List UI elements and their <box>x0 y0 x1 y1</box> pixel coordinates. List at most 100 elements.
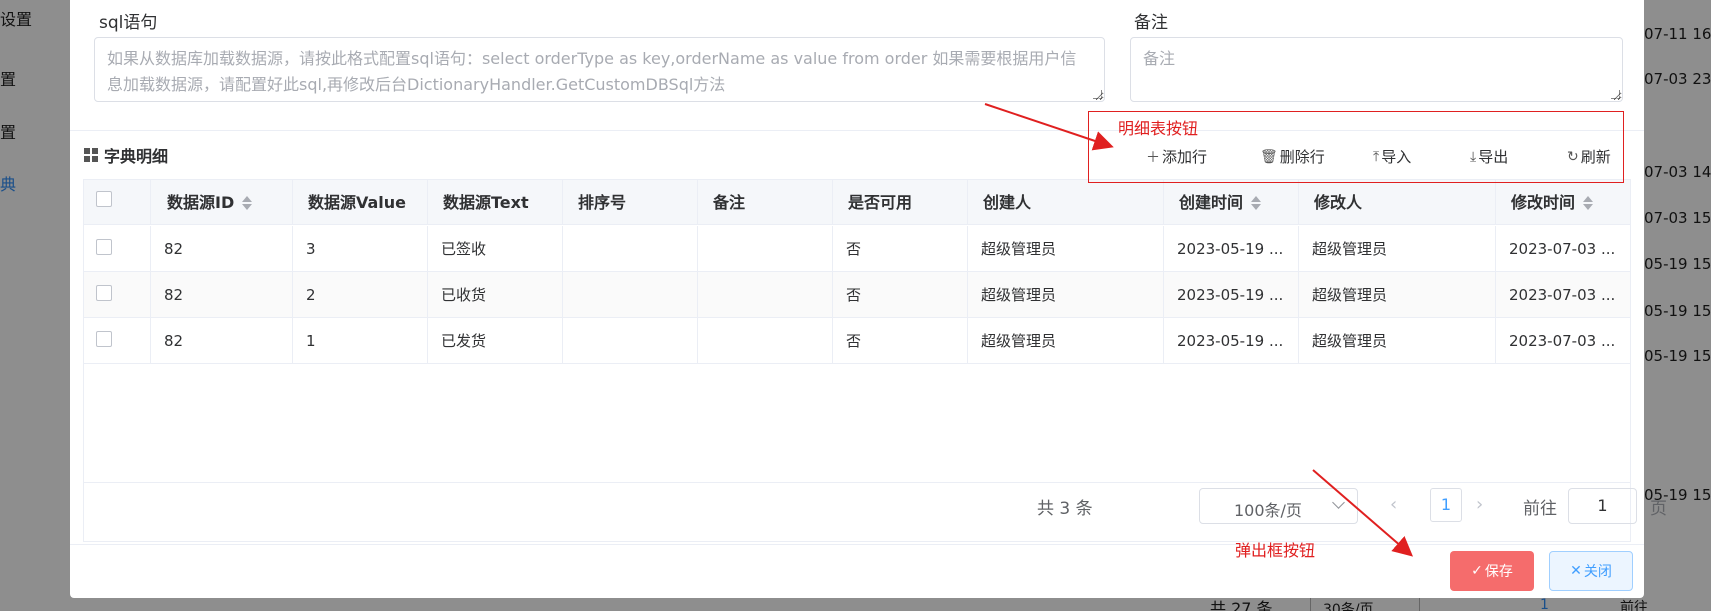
row-checkbox[interactable] <box>96 331 112 347</box>
column-header-label: 备注 <box>713 193 746 212</box>
table-row[interactable]: 82 1 已发货 否 超级管理员 2023-05-19 ... 超级管理员 20… <box>84 318 1630 364</box>
cell-creator: 超级管理员 <box>968 226 1164 272</box>
column-header-id[interactable]: 数据源ID <box>151 180 293 225</box>
column-header-label: 数据源ID <box>167 193 235 212</box>
cell-enabled: 否 <box>833 272 968 318</box>
table-row[interactable]: 82 3 已签收 否 超级管理员 2023-05-19 ... 超级管理员 20… <box>84 226 1630 272</box>
background-date: 07-03 23:2 <box>1644 70 1711 88</box>
row-select-cell <box>84 272 151 318</box>
remark-textarea[interactable]: 备注 <box>1130 37 1623 102</box>
background-table-column: 07-11 16:5 07-03 23:2 07-03 14:5 07-03 1… <box>1640 0 1711 611</box>
sql-textarea[interactable]: 如果从数据库加载数据源，请按此格式配置sql语句：select orderTyp… <box>94 37 1105 102</box>
annotation-toolbar-note: 明细表按钮 <box>1118 119 1199 138</box>
background-sidebar-item[interactable]: 设置 <box>0 6 32 30</box>
sort-icon[interactable] <box>242 195 253 210</box>
cell-modifier: 超级管理员 <box>1299 318 1496 364</box>
row-checkbox[interactable] <box>96 239 112 255</box>
column-header-value: 数据源Value <box>293 180 428 225</box>
cell-remark <box>698 226 833 272</box>
cell-modified: 2023-07-03 ... <box>1509 332 1616 350</box>
sort-icon[interactable] <box>1583 195 1594 210</box>
cell-order <box>563 272 698 318</box>
cell-modified: 2023-07-03 ... <box>1509 286 1616 304</box>
select-all-checkbox[interactable] <box>96 191 112 207</box>
save-button[interactable]: ✓ 保存 <box>1450 551 1534 591</box>
section-title-text: 字典明细 <box>104 147 169 166</box>
column-header-order: 排序号 <box>563 180 698 225</box>
section-title: 字典明细 <box>84 143 168 167</box>
remark-placeholder: 备注 <box>1143 49 1176 68</box>
background-sidebar-item[interactable]: 置 <box>0 66 16 90</box>
cell-created: 2023-05-19 ... <box>1164 318 1299 364</box>
cell-creator: 超级管理员 <box>968 318 1164 364</box>
goto-label: 前往 <box>1523 499 1557 519</box>
row-select-cell <box>84 226 151 272</box>
background-sidebar-item-active[interactable]: 典 <box>0 171 16 195</box>
page-number-current[interactable]: 1 <box>1430 488 1462 522</box>
cell-text: 已发货 <box>428 318 563 364</box>
cell-text: 已签收 <box>428 226 563 272</box>
sort-icon[interactable] <box>1251 195 1262 210</box>
table-row[interactable]: 82 2 已收货 否 超级管理员 2023-05-19 ... 超级管理员 20… <box>84 272 1630 318</box>
background-sidebar-item[interactable]: 置 <box>0 119 16 143</box>
background-date: 05-19 15:2 <box>1644 302 1711 320</box>
column-header-label: 修改时间 <box>1511 193 1576 212</box>
column-header-modified[interactable]: 修改时间 <box>1496 180 1630 225</box>
cell-text: 已收货 <box>428 272 563 318</box>
page-size-value: 100条/页 <box>1234 501 1302 520</box>
cell-id: 82 <box>151 226 293 272</box>
remark-label: 备注 <box>1134 13 1168 33</box>
page-size-select[interactable]: 100条/页 <box>1199 488 1358 524</box>
column-header-label: 修改人 <box>1314 193 1363 212</box>
pagination-total: 共 3 条 <box>1037 499 1093 519</box>
column-header-label: 排序号 <box>578 193 627 212</box>
cell-id: 82 <box>151 272 293 318</box>
column-header-label: 是否可用 <box>848 193 913 212</box>
cell-value: 3 <box>293 226 428 272</box>
row-select-cell <box>84 318 151 364</box>
cell-value: 1 <box>293 318 428 364</box>
column-header-label: 创建时间 <box>1179 193 1244 212</box>
cell-order <box>563 318 698 364</box>
cell-created: 2023-05-19 ... <box>1164 226 1299 272</box>
annotation-dialog-note: 弹出框按钮 <box>1235 541 1316 560</box>
background-date: 07-03 15:0 <box>1644 209 1711 227</box>
close-button[interactable]: ✕ 关闭 <box>1549 551 1633 591</box>
column-header-text: 数据源Text <box>428 180 563 225</box>
column-header-modifier: 修改人 <box>1299 180 1496 225</box>
grid-icon <box>84 148 98 162</box>
dictionary-edit-dialog: sql语句 如果从数据库加载数据源，请按此格式配置sql语句：select or… <box>70 0 1667 598</box>
close-icon: ✕ <box>1570 563 1582 579</box>
resize-handle-icon[interactable] <box>1611 90 1620 99</box>
cell-modified: 2023-07-03 ... <box>1509 240 1616 258</box>
save-label: 保存 <box>1484 564 1513 580</box>
cell-remark <box>698 318 833 364</box>
cell-enabled: 否 <box>833 318 968 364</box>
pagination-bar <box>83 482 1631 542</box>
header-select-cell <box>84 180 151 225</box>
column-header-remark: 备注 <box>698 180 833 225</box>
cell-creator: 超级管理员 <box>968 272 1164 318</box>
background-date: 05-19 15:2 <box>1644 255 1711 273</box>
column-header-created[interactable]: 创建时间 <box>1164 180 1299 225</box>
cell-modifier: 超级管理员 <box>1299 226 1496 272</box>
cell-remark <box>698 272 833 318</box>
prev-page-button[interactable]: ‹ <box>1390 494 1397 515</box>
background-date: 05-19 15:2 <box>1644 347 1711 365</box>
column-header-label: 数据源Value <box>308 193 407 212</box>
close-label: 关闭 <box>1583 564 1612 580</box>
page-suffix-label: 页 <box>1650 499 1667 519</box>
cell-enabled: 否 <box>833 226 968 272</box>
background-pagination-page[interactable]: 1 <box>1540 597 1549 611</box>
background-sidebar: 设置 置 置 典 <box>0 0 70 611</box>
background-date: 07-03 14:5 <box>1644 163 1711 181</box>
sql-placeholder: 如果从数据库加载数据源，请按此格式配置sql语句：select orderTyp… <box>107 49 1077 94</box>
column-header-label: 创建人 <box>983 193 1032 212</box>
row-checkbox[interactable] <box>96 285 112 301</box>
chevron-down-icon <box>1332 496 1345 509</box>
next-page-button[interactable]: › <box>1476 494 1483 515</box>
resize-handle-icon[interactable] <box>1093 90 1102 99</box>
goto-page-input[interactable]: 1 <box>1568 488 1637 524</box>
column-header-label: 数据源Text <box>443 193 529 212</box>
column-header-enabled: 是否可用 <box>833 180 968 225</box>
